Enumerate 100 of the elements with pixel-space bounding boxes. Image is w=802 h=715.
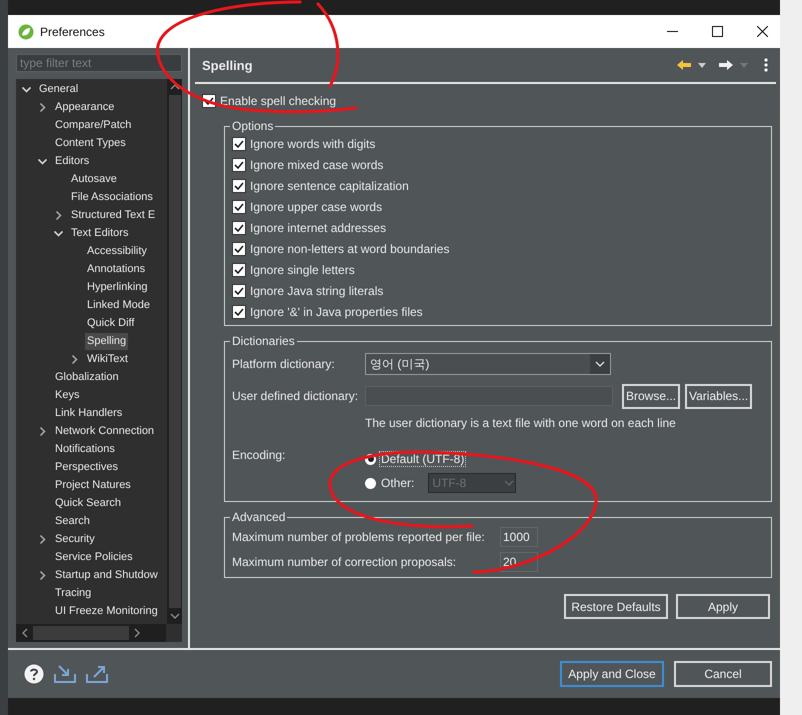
apply-and-close-button[interactable]: Apply and Close bbox=[560, 661, 664, 687]
scroll-right-icon[interactable] bbox=[133, 628, 141, 638]
variables-button[interactable]: Variables... bbox=[685, 384, 752, 408]
import-icon[interactable] bbox=[54, 665, 76, 683]
chevron-icon[interactable] bbox=[38, 102, 47, 112]
browse-button[interactable]: Browse... bbox=[622, 384, 680, 408]
maximize-icon[interactable] bbox=[712, 26, 723, 37]
checkbox[interactable] bbox=[232, 200, 246, 214]
radio-label[interactable]: Other: bbox=[379, 475, 416, 491]
tree-item[interactable]: File Associations bbox=[69, 188, 155, 206]
chevron-icon[interactable] bbox=[38, 570, 47, 580]
tree-item[interactable]: Security bbox=[53, 530, 97, 548]
field-label: Maximum number of correction proposals: bbox=[232, 554, 458, 568]
checkbox-label[interactable]: Ignore sentence capitalization bbox=[250, 178, 409, 192]
tree-item[interactable]: Spelling bbox=[85, 332, 128, 350]
field-label: Platform dictionary: bbox=[232, 357, 336, 371]
checkbox-label[interactable]: Ignore mixed case words bbox=[250, 158, 384, 172]
tree-item[interactable]: Notifications bbox=[53, 440, 117, 458]
hint-text: The user dictionary is a text file with one word on each line bbox=[364, 415, 677, 432]
tree-item[interactable]: Project Natures bbox=[53, 476, 133, 494]
forward-arrow-icon[interactable] bbox=[718, 59, 734, 71]
dictionary-dropdown[interactable]: 영어 (미국) bbox=[365, 353, 611, 375]
chevron-icon[interactable] bbox=[70, 354, 79, 364]
tree-item[interactable]: Globalization bbox=[53, 368, 121, 386]
checkbox[interactable] bbox=[232, 262, 246, 276]
chevron-down-icon bbox=[595, 361, 605, 367]
tree-item[interactable]: Autosave bbox=[69, 170, 119, 188]
vertical-scrollbar[interactable] bbox=[167, 79, 182, 624]
scroll-left-icon[interactable] bbox=[21, 628, 29, 638]
close-icon[interactable] bbox=[757, 26, 768, 37]
checkbox[interactable] bbox=[232, 304, 246, 318]
group-title: Options bbox=[231, 119, 274, 133]
scroll-up-icon[interactable] bbox=[170, 83, 180, 91]
chevron-icon[interactable] bbox=[38, 156, 47, 166]
tree-item[interactable]: Startup and Shutdow bbox=[53, 566, 160, 584]
tree-item[interactable]: Perspectives bbox=[53, 458, 120, 476]
tree-item[interactable]: Quick Search bbox=[53, 494, 124, 512]
tree-item[interactable]: Structured Text E bbox=[69, 206, 158, 224]
chevron-down-icon bbox=[504, 480, 514, 486]
tree-item[interactable]: Linked Mode bbox=[85, 296, 152, 314]
dropdown-caret-icon bbox=[740, 62, 748, 68]
chevron-icon[interactable] bbox=[54, 210, 63, 220]
checkbox-label[interactable]: Ignore internet addresses bbox=[250, 220, 386, 234]
tree-item[interactable]: Network Connection bbox=[53, 422, 156, 440]
window-title: Preferences bbox=[40, 24, 105, 38]
filter-field[interactable]: type filter text bbox=[16, 54, 182, 72]
tree-item[interactable]: Keys bbox=[53, 386, 82, 404]
scroll-down-icon[interactable] bbox=[170, 612, 180, 620]
tree-item[interactable]: Hyperlinking bbox=[85, 278, 150, 296]
field-label: User defined dictionary: bbox=[232, 389, 360, 403]
tree-item[interactable]: Content Types bbox=[53, 134, 128, 152]
cancel-button[interactable]: Cancel bbox=[674, 661, 772, 687]
back-arrow-icon[interactable] bbox=[676, 59, 692, 71]
dropdown-caret-icon[interactable] bbox=[698, 62, 706, 68]
checkbox-label[interactable]: Ignore words with digits bbox=[250, 136, 376, 150]
tree-item[interactable]: Search bbox=[53, 512, 92, 530]
group-title: Dictionaries bbox=[231, 334, 296, 348]
app-logo-icon bbox=[18, 24, 34, 40]
checkbox-label[interactable]: Ignore upper case words bbox=[250, 200, 382, 214]
help-icon[interactable] bbox=[24, 664, 44, 684]
radio-label[interactable]: Default (UTF-8) bbox=[379, 451, 466, 467]
tree-item[interactable]: UI Freeze Monitoring bbox=[53, 602, 160, 620]
apply-button[interactable]: Apply bbox=[676, 594, 770, 619]
tree-item[interactable]: Text Editors bbox=[69, 224, 130, 242]
number-field[interactable]: 1000 bbox=[500, 526, 538, 546]
chevron-icon[interactable] bbox=[38, 426, 47, 436]
checkbox[interactable] bbox=[232, 136, 246, 150]
tree-item[interactable]: General bbox=[37, 80, 80, 98]
more-menu-icon[interactable] bbox=[764, 58, 768, 72]
tree-item[interactable]: Accessibility bbox=[85, 242, 149, 260]
tree-item[interactable]: Tracing bbox=[53, 584, 94, 602]
checkbox[interactable] bbox=[232, 284, 246, 298]
checkbox[interactable] bbox=[232, 220, 246, 234]
tree-item[interactable]: Link Handlers bbox=[53, 404, 124, 422]
checkbox[interactable] bbox=[232, 242, 246, 256]
tree-item[interactable]: Quick Diff bbox=[85, 314, 136, 332]
checkbox-label[interactable]: Enable spell checking bbox=[220, 94, 336, 108]
radio-button[interactable] bbox=[365, 478, 376, 488]
export-icon[interactable] bbox=[86, 665, 108, 683]
tree-item[interactable]: Editors bbox=[53, 152, 92, 170]
tree-item[interactable]: Service Policies bbox=[53, 548, 135, 566]
tree-item[interactable]: Appearance bbox=[53, 98, 116, 116]
field-label: Encoding: bbox=[232, 448, 286, 462]
chevron-icon[interactable] bbox=[22, 84, 31, 94]
tree-item[interactable]: Annotations bbox=[85, 260, 148, 278]
field-label: Maximum number of problems reported per file: bbox=[232, 530, 486, 544]
horizontal-scrollbar[interactable] bbox=[16, 624, 166, 642]
group-title: Advanced bbox=[231, 510, 286, 524]
checkbox-label[interactable]: Ignore non-letters at word boundaries bbox=[250, 242, 450, 256]
checkbox-label[interactable]: Ignore single letters bbox=[250, 262, 355, 276]
chevron-icon[interactable] bbox=[38, 534, 47, 544]
tree-item[interactable]: WikiText bbox=[85, 350, 130, 368]
restore-defaults-button[interactable]: Restore Defaults bbox=[564, 594, 668, 619]
tree-item[interactable]: Compare/Patch bbox=[53, 116, 134, 134]
checkbox[interactable] bbox=[232, 158, 246, 172]
page-title: Spelling bbox=[202, 58, 253, 72]
checkbox-label[interactable]: Ignore '&' in Java properties files bbox=[250, 304, 423, 318]
checkbox[interactable] bbox=[232, 178, 246, 192]
chevron-icon[interactable] bbox=[54, 228, 63, 238]
checkbox-label[interactable]: Ignore Java string literals bbox=[250, 284, 384, 298]
